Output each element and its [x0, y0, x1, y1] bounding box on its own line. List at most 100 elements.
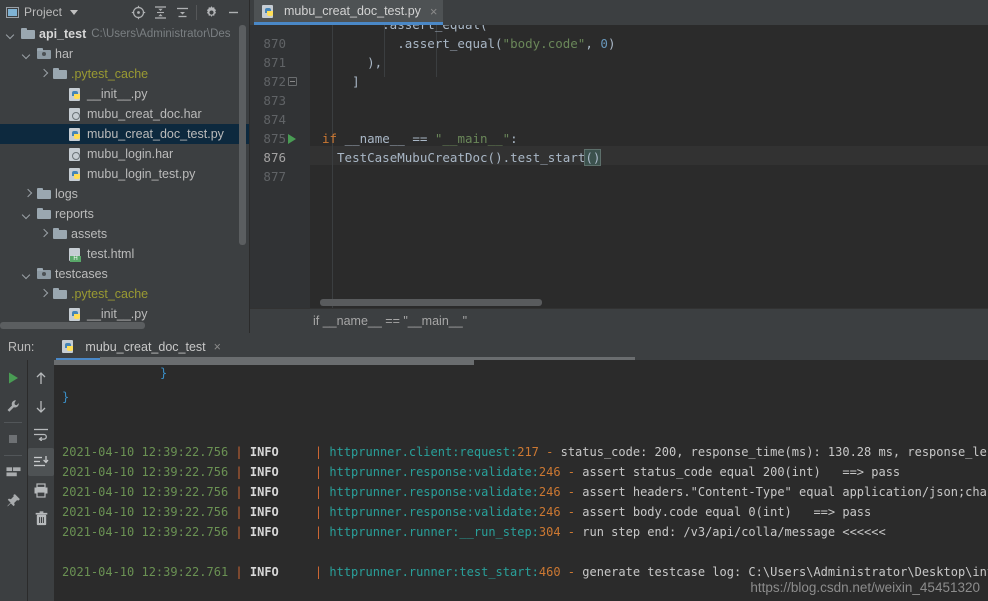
log-token: INFO — [249, 505, 279, 519]
line-number: 873 — [263, 93, 286, 108]
project-tree[interactable]: api_test C:\Users\Administrator\Des har .py… — [0, 24, 250, 324]
tree-item-reports[interactable]: reports — [0, 204, 250, 224]
expand-all-icon[interactable] — [149, 1, 171, 23]
console-log-line[interactable]: 2021-04-10 12:39:22.756 | INFO | httprun… — [62, 465, 900, 479]
tree-item-label: mubu_creat_doc_test.py — [87, 127, 224, 141]
run-tab-close-icon[interactable]: × — [214, 340, 221, 354]
run-gutter-icon[interactable] — [288, 134, 296, 144]
tree-item-test-html[interactable]: Htest.html — [0, 244, 250, 264]
soft-wrap-icon[interactable] — [28, 420, 54, 448]
toolbar-divider — [196, 4, 197, 20]
log-token: httprunner.runner:__run_step: — [329, 525, 539, 539]
log-token: INFO — [249, 565, 279, 579]
gear-icon[interactable] — [200, 1, 222, 23]
chevron-right-icon[interactable] — [22, 189, 33, 200]
editor-gutter[interactable]: 870 871 872 873 874 875 876 877 — [250, 25, 310, 308]
tree-item-label: .pytest_cache — [71, 287, 149, 301]
tree-item-mubu-login-test-py[interactable]: mubu_login_test.py — [0, 164, 250, 184]
log-token: - — [560, 465, 583, 479]
tree-item--init-py[interactable]: __init__.py — [0, 84, 250, 104]
chevron-down-icon[interactable] — [6, 29, 17, 40]
log-token: INFO — [249, 525, 279, 539]
project-vertical-scrollbar[interactable] — [239, 25, 246, 245]
tree-item--pytest-cache[interactable]: .pytest_cache — [0, 64, 250, 84]
console-log-line[interactable]: 2021-04-10 12:39:22.756 | INFO | httprun… — [62, 525, 886, 539]
arrow-up-icon[interactable] — [28, 364, 54, 392]
tree-item-logs[interactable]: logs — [0, 184, 250, 204]
trash-icon[interactable] — [28, 504, 54, 532]
print-icon[interactable] — [28, 476, 54, 504]
code-line-872[interactable]: ] — [352, 72, 360, 91]
tree-item--init-py[interactable]: __init__.py — [0, 304, 250, 324]
project-title-dropdown[interactable]: Project — [0, 5, 79, 19]
project-toolbar-icons — [127, 1, 250, 23]
chevron-right-icon[interactable] — [38, 229, 49, 240]
tree-item-api-test[interactable]: api_test C:\Users\Administrator\Des — [0, 24, 250, 44]
html-file-icon: H — [69, 247, 83, 262]
chevron-down-icon[interactable] — [22, 269, 33, 280]
log-token: 246 — [538, 505, 561, 519]
code-token: __name__ == — [337, 131, 435, 146]
tab-mubu-creat-doc-test[interactable]: mubu_creat_doc_test.py × — [254, 0, 444, 25]
run-tab-label: mubu_creat_doc_test — [85, 339, 206, 354]
code-token: ] — [352, 74, 360, 89]
console-top-scrollbar[interactable] — [54, 360, 474, 365]
arrow-down-icon[interactable] — [28, 392, 54, 420]
har-file-icon — [69, 107, 83, 122]
run-tab[interactable]: mubu_creat_doc_test × — [56, 333, 227, 360]
collapse-all-icon[interactable] — [171, 1, 193, 23]
console-log-line[interactable]: 2021-04-10 12:39:22.761 | INFO | httprun… — [62, 565, 988, 579]
tree-item-mubu-creat-doc-har[interactable]: mubu_creat_doc.har — [0, 104, 250, 124]
breadcrumb[interactable]: if __name__ == "__main__" — [250, 308, 988, 333]
chevron-right-icon[interactable] — [38, 289, 49, 300]
stop-icon[interactable] — [0, 425, 26, 453]
tree-item-testcases[interactable]: testcases — [0, 264, 250, 284]
console-log-line[interactable]: 2021-04-10 12:39:22.756 | INFO | httprun… — [62, 505, 871, 519]
wrench-icon[interactable] — [0, 392, 26, 420]
minimize-icon[interactable] — [222, 1, 244, 23]
console-log-line[interactable]: 2021-04-10 12:39:22.756 | INFO | httprun… — [62, 445, 988, 459]
tree-item-har[interactable]: har — [0, 44, 250, 64]
editor-horizontal-scrollbar[interactable] — [320, 299, 542, 306]
chevron-down-icon[interactable] — [22, 49, 33, 60]
tree-item-assets[interactable]: assets — [0, 224, 250, 244]
close-icon[interactable]: × — [430, 5, 438, 18]
code-line-870[interactable]: .assert_equal("body.code", 0) — [397, 34, 615, 53]
divider — [4, 455, 22, 456]
code-line-875[interactable]: if __name__ == "__main__": — [322, 129, 518, 148]
tree-item-mubu-creat-doc-test-py[interactable]: mubu_creat_doc_test.py — [0, 124, 250, 144]
log-token: httprunner.client:request: — [329, 445, 518, 459]
console-log-line[interactable]: 2021-04-10 12:39:22.756 | INFO | httprun… — [62, 485, 988, 499]
chevron-right-icon[interactable] — [38, 69, 49, 80]
code-editor[interactable]: 870 871 872 873 874 875 876 877 .assert_equal("… — [250, 25, 988, 308]
pin-icon[interactable] — [0, 486, 26, 514]
code-line-871[interactable]: ), — [367, 53, 382, 72]
console-output[interactable]: }} 2021-04-10 12:39:22.756 | INFO | httpr… — [54, 360, 988, 601]
tree-item-label: mubu_login.har — [87, 147, 174, 161]
scroll-to-end-icon[interactable] — [28, 448, 54, 476]
layout-icon[interactable] — [0, 458, 26, 486]
locate-icon[interactable] — [127, 1, 149, 23]
chevron-down-icon[interactable] — [70, 9, 79, 15]
fold-marker-icon[interactable] — [288, 77, 297, 86]
breadcrumb-label: if __name__ == "__main__" — [313, 314, 468, 328]
log-token: - — [538, 445, 561, 459]
project-horizontal-scrollbar[interactable] — [0, 322, 145, 329]
code-line-876[interactable]: TestCaseMubuCreatDoc().test_start() — [337, 148, 602, 167]
tree-item--pytest-cache[interactable]: .pytest_cache — [0, 284, 250, 304]
editor-code[interactable]: .assert_equal("body.code", 0)),] if __nam… — [310, 25, 988, 308]
log-token: httprunner.runner:test_start: — [329, 565, 539, 579]
chevron-down-icon[interactable] — [22, 209, 33, 220]
python-file-icon — [69, 167, 83, 182]
code-line-partial[interactable]: .assert_equal( — [382, 25, 487, 34]
line-number: 870 — [263, 36, 286, 51]
log-token: INFO — [249, 445, 279, 459]
code-token: ), — [367, 55, 383, 70]
code-token: 0 — [600, 36, 608, 51]
rerun-icon[interactable] — [0, 364, 26, 392]
tree-item-mubu-login-har[interactable]: mubu_login.har — [0, 144, 250, 164]
